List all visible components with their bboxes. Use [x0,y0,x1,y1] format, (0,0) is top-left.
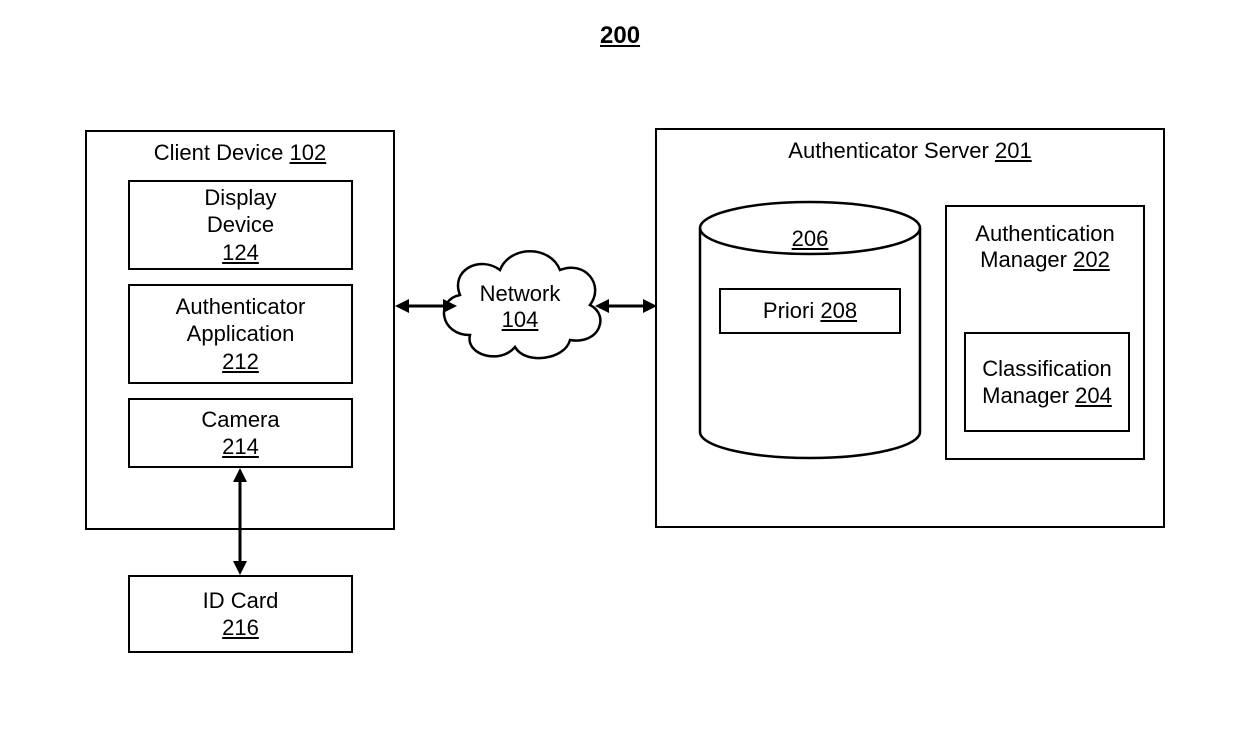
client-device-ref: 102 [290,140,327,165]
client-device-title: Client Device 102 [87,132,393,166]
database-ref-wrap: 206 [695,226,925,252]
display-device-label: DisplayDevice [204,185,276,238]
priori-box: Priori 208 [719,288,901,334]
display-device-ref: 124 [222,240,259,265]
arrow-network-server [595,294,657,318]
display-device-box: DisplayDevice 124 [128,180,353,270]
figure-number-text: 200 [600,22,640,49]
auth-manager-title: AuthenticationManager 202 [947,207,1143,274]
auth-server-title-text: Authenticator Server [788,138,989,163]
arrow-client-network [395,294,457,318]
diagram-canvas: 200 Client Device 102 DisplayDevice 124 … [0,0,1240,755]
camera-label: Camera [201,407,279,432]
network-label-wrap: Network 104 [430,281,610,333]
id-card-ref: 216 [222,615,259,640]
client-device-title-text: Client Device [154,140,284,165]
authenticator-app-ref: 212 [222,349,259,374]
network-label: Network [480,281,561,306]
network-cloud: Network 104 [430,235,610,380]
camera-ref: 214 [222,434,259,459]
camera-box: Camera 214 [128,398,353,468]
id-card-box: ID Card 216 [128,575,353,653]
figure-number: 200 [600,22,640,50]
id-card-label: ID Card [203,588,279,613]
database-ref: 206 [792,226,829,251]
auth-server-ref: 201 [995,138,1032,163]
auth-server-title: Authenticator Server 201 [657,130,1163,164]
authenticator-app-box: AuthenticatorApplication 212 [128,284,353,384]
authenticator-app-label: AuthenticatorApplication [176,294,306,347]
classification-manager-ref: 204 [1075,383,1112,408]
classification-manager-box: ClassificationManager 204 [964,332,1130,432]
priori-ref: 208 [820,298,857,323]
network-ref: 104 [502,307,539,332]
auth-manager-ref: 202 [1073,247,1110,272]
priori-label: Priori [763,298,814,323]
arrow-camera-idcard [225,468,255,575]
